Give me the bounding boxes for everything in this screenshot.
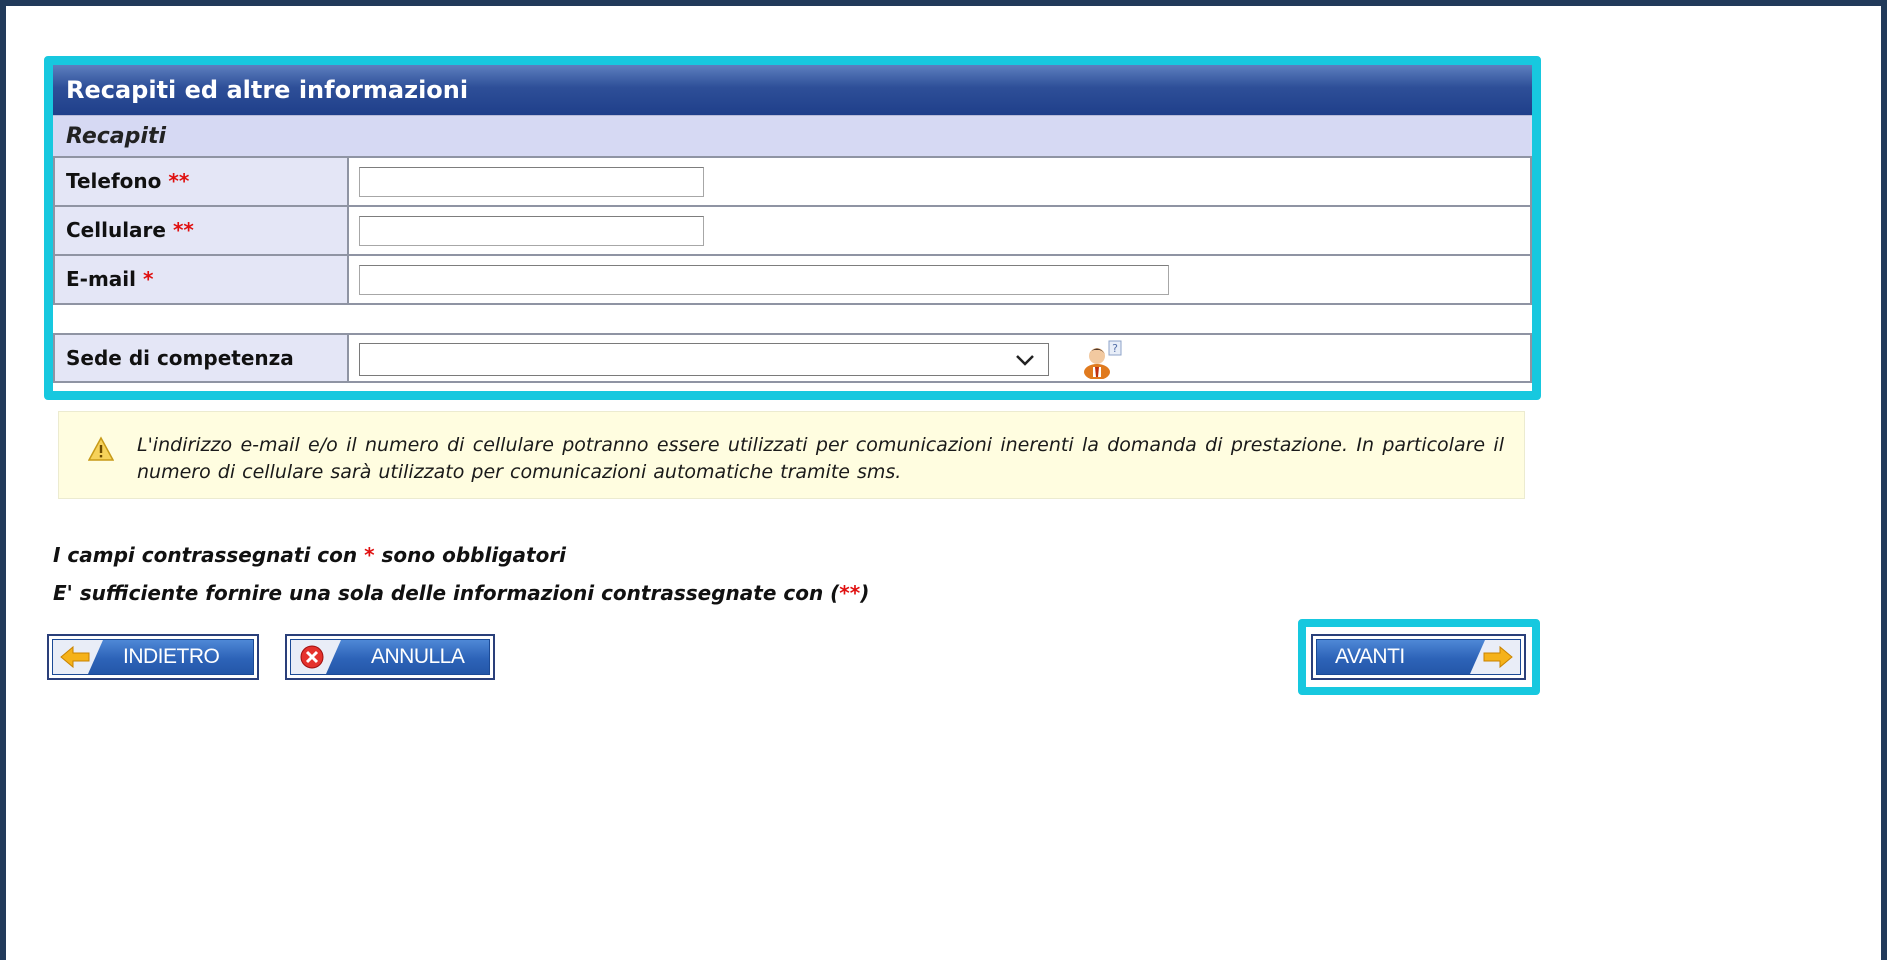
either-note-suffix: ) bbox=[860, 581, 870, 605]
required-marker: * bbox=[142, 267, 154, 291]
next-button[interactable]: AVANTI bbox=[1311, 634, 1526, 680]
either-note-star: ** bbox=[839, 581, 861, 605]
warning-text: L'indirizzo e-mail e/o il numero di cell… bbox=[137, 434, 1504, 483]
arrow-right-icon bbox=[1483, 645, 1513, 669]
panel-title: Recapiti ed altre informazioni bbox=[53, 65, 1532, 115]
next-button-label: AVANTI bbox=[1335, 645, 1405, 668]
telefono-cell bbox=[349, 158, 1530, 205]
chevron-down-icon bbox=[1016, 355, 1034, 366]
required-marker: ** bbox=[168, 169, 190, 193]
either-note: E' sufficiente fornire una sola delle in… bbox=[53, 581, 869, 605]
email-input[interactable] bbox=[359, 265, 1169, 295]
cancel-icon bbox=[300, 645, 324, 669]
required-note: I campi contrassegnati con * sono obblig… bbox=[53, 543, 566, 567]
back-button-face: INDIETRO bbox=[52, 639, 254, 675]
telefono-label-text: Telefono bbox=[66, 169, 162, 193]
cellulare-label: Cellulare ** bbox=[55, 207, 349, 254]
warning-box: L'indirizzo e-mail e/o il numero di cell… bbox=[58, 411, 1525, 499]
row-cellulare: Cellulare ** bbox=[53, 205, 1532, 254]
row-spacer bbox=[53, 303, 1532, 334]
sede-select[interactable] bbox=[359, 343, 1049, 376]
cancel-button-label: ANNULLA bbox=[371, 645, 465, 668]
required-marker: ** bbox=[172, 218, 194, 242]
contacts-panel: Recapiti ed altre informazioni Recapiti … bbox=[44, 56, 1541, 400]
warning-icon bbox=[88, 436, 114, 461]
email-label-text: E-mail bbox=[66, 267, 137, 291]
row-email: E-mail * bbox=[53, 254, 1532, 303]
svg-text:?: ? bbox=[1112, 342, 1118, 355]
next-button-face: AVANTI bbox=[1316, 639, 1521, 675]
cellulare-label-text: Cellulare bbox=[66, 218, 166, 242]
row-sede: Sede di competenza ? bbox=[53, 333, 1532, 383]
sede-label: Sede di competenza bbox=[55, 335, 349, 381]
either-note-prefix: E' sufficiente fornire una sola delle in… bbox=[53, 581, 840, 605]
sede-cell: ? bbox=[349, 335, 1530, 381]
required-note-suffix: sono obbligatori bbox=[374, 543, 567, 567]
cancel-button[interactable]: ANNULLA bbox=[285, 634, 495, 680]
cancel-button-face: ANNULLA bbox=[290, 639, 490, 675]
required-note-star: * bbox=[364, 543, 375, 567]
telefono-input[interactable] bbox=[359, 167, 704, 197]
section-heading: Recapiti bbox=[53, 115, 1532, 157]
required-note-prefix: I campi contrassegnati con bbox=[53, 543, 365, 567]
cellulare-cell bbox=[349, 207, 1530, 254]
cellulare-input[interactable] bbox=[359, 216, 704, 246]
arrow-left-icon bbox=[60, 645, 90, 669]
row-telefono: Telefono ** bbox=[53, 156, 1532, 205]
email-label: E-mail * bbox=[55, 256, 349, 303]
page-frame: Recapiti ed altre informazioni Recapiti … bbox=[0, 0, 1887, 960]
back-button[interactable]: INDIETRO bbox=[47, 634, 259, 680]
help-user-icon[interactable]: ? bbox=[1079, 339, 1129, 379]
back-button-label: INDIETRO bbox=[123, 645, 220, 668]
telefono-label: Telefono ** bbox=[55, 158, 349, 205]
email-cell bbox=[349, 256, 1530, 303]
